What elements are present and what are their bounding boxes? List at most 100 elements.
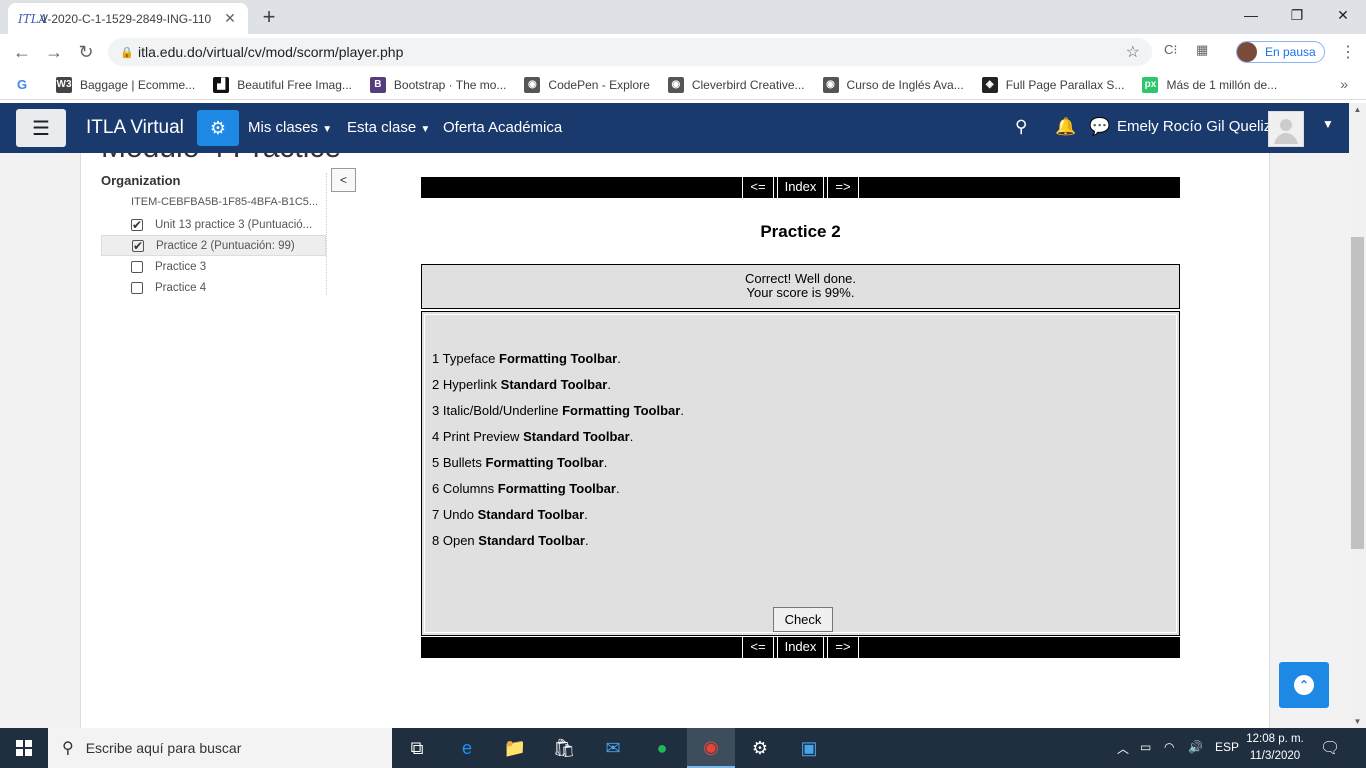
bookmark-item[interactable]: B Bootstrap · The mo... — [369, 76, 506, 93]
feedback-line-2: Your score is 99%. — [746, 285, 855, 300]
toc-toggle-button[interactable]: < — [331, 168, 356, 192]
scroll-up-arrow-icon[interactable]: ▲ — [1349, 105, 1366, 114]
chrome-icon[interactable]: ◉ — [687, 728, 735, 768]
bookmark-item[interactable]: ◉ CodePen - Explore — [524, 76, 650, 93]
toc-root-item[interactable]: ITEM-CEBFBA5B-1F85-4BFA-B1C5... — [101, 194, 326, 214]
nav-oferta[interactable]: Oferta Académica — [443, 119, 562, 136]
clock[interactable]: 12:08 p. m. 11/3/2020 — [1244, 731, 1306, 765]
browser-tab[interactable]: ITLA V-2020-C-1-1529-2849-ING-110 ✕ — [8, 3, 248, 34]
maximize-icon[interactable]: ❐ — [1274, 0, 1320, 30]
profile-status: En pausa — [1265, 45, 1316, 59]
bookmark-item[interactable]: ◈ Full Page Parallax S... — [981, 76, 1124, 93]
search-icon[interactable]: ⚲ — [1015, 117, 1027, 137]
back-icon[interactable]: ← — [10, 40, 34, 64]
user-avatar[interactable] — [1268, 111, 1304, 147]
toc-item[interactable]: ✔ Practice 2 (Puntuación: 99) — [101, 235, 326, 256]
address-bar[interactable]: 🔒 itla.edu.do/virtual/cv/mod/scorm/playe… — [108, 38, 1152, 66]
taskbar-search-placeholder: Escribe aquí para buscar — [85, 740, 242, 756]
user-name[interactable]: Emely Rocío Gil Queliz — [1117, 118, 1271, 135]
toc-item[interactable]: Practice 4 — [101, 277, 326, 298]
window-close-icon[interactable]: ✕ — [1320, 0, 1366, 30]
mail-icon[interactable]: ✉ — [589, 728, 637, 768]
prev-button-bottom[interactable]: <= — [742, 637, 774, 658]
browser-toolbar: ← → ↻ 🔒 itla.edu.do/virtual/cv/mod/scorm… — [0, 34, 1366, 70]
page-region: Modulo 4 Practice Organization ITEM-CEBF… — [0, 153, 1366, 728]
google-icon: G — [16, 77, 28, 92]
language-indicator[interactable]: ESP — [1215, 740, 1239, 754]
settings-icon[interactable]: ⚙ — [736, 728, 784, 768]
drawer-toggle-icon[interactable]: ☰ — [16, 109, 66, 147]
unsplash-icon: ▟ — [213, 76, 230, 93]
checkbox-icon — [131, 281, 143, 294]
answer-value: Standard Toolbar — [500, 377, 608, 392]
user-menu-caret-icon[interactable]: ▼ — [1322, 117, 1334, 131]
spotify-icon[interactable]: ● — [638, 728, 686, 768]
prev-button[interactable]: <= — [742, 177, 774, 198]
volume-icon[interactable]: 🔊 — [1188, 740, 1203, 754]
reload-icon[interactable]: ↻ — [74, 40, 98, 64]
page-title: Modulo 4 Practice — [101, 153, 341, 165]
close-tab-icon[interactable]: ✕ — [222, 10, 238, 27]
answer-value: Formatting Toolbar — [497, 481, 616, 496]
forward-icon[interactable]: → — [42, 40, 66, 64]
bookmark-item[interactable]: W3 Baggage | Ecomme... — [56, 76, 196, 93]
edge-icon[interactable]: e — [443, 728, 491, 768]
battery-icon[interactable]: ▭ — [1140, 740, 1151, 754]
answer-term: Columns — [442, 481, 495, 496]
tray-chevron-icon[interactable]: ︿ — [1117, 740, 1129, 757]
scroll-down-arrow-icon[interactable]: ▼ — [1349, 717, 1366, 726]
windows-taskbar: ⚲ Escribe aquí para buscar ⧉ e 📁 🛍 ✉ ● ◉… — [0, 728, 1366, 768]
extension-icon[interactable]: C⁝ — [1164, 42, 1178, 58]
toc-item[interactable]: ✔ Unit 13 practice 3 (Puntuació... — [101, 214, 326, 235]
bootstrap-icon: B — [369, 76, 386, 93]
bookmark-item[interactable]: ◉ Cleverbird Creative... — [667, 76, 805, 93]
lock-icon: 🔒 — [120, 46, 134, 59]
site-brand[interactable]: ITLA Virtual — [86, 117, 184, 139]
more-bookmarks-icon[interactable]: » — [1340, 76, 1348, 92]
index-button-bottom[interactable]: Index — [776, 637, 825, 658]
nav-esta-clase[interactable]: Esta clase ▼ — [347, 119, 430, 136]
bookmark-item[interactable]: px Más de 1 millón de... — [1142, 76, 1277, 93]
file-explorer-icon[interactable]: 📁 — [491, 728, 539, 768]
bookmark-label: Baggage | Ecomme... — [80, 77, 196, 92]
minimize-icon[interactable]: — — [1228, 0, 1274, 30]
answer-line: 7 Undo Standard Toolbar. — [432, 507, 588, 522]
bookmark-item[interactable]: ◉ Curso de Inglés Ava... — [822, 76, 964, 93]
answer-term: Undo — [442, 507, 474, 522]
windows-start-icon[interactable] — [0, 728, 48, 768]
answer-number: 4 — [432, 429, 440, 444]
new-tab-icon[interactable]: + — [258, 6, 280, 28]
answer-value: Standard Toolbar — [523, 429, 630, 444]
back-to-top-button[interactable]: ⌃ — [1279, 662, 1329, 708]
bookmark-star-icon[interactable]: ☆ — [1126, 42, 1140, 62]
scrollbar-thumb[interactable] — [1351, 237, 1364, 549]
bookmark-google[interactable]: G — [14, 77, 38, 93]
chrome-menu-icon[interactable]: ⋮ — [1340, 42, 1356, 62]
cogs-icon[interactable]: ⚙ — [197, 110, 239, 146]
wifi-icon[interactable]: ◠ — [1164, 740, 1174, 754]
messages-icon[interactable]: 💬 — [1089, 117, 1110, 137]
codepen-diamond-icon: ◈ — [981, 76, 998, 93]
toc-item[interactable]: Practice 3 — [101, 256, 326, 277]
next-button[interactable]: => — [827, 177, 859, 198]
pixabay-icon: px — [1142, 76, 1159, 93]
taskbar-search[interactable]: ⚲ Escribe aquí para buscar — [48, 728, 392, 768]
check-button[interactable]: Check — [773, 607, 833, 632]
answer-term: Print Preview — [442, 429, 520, 444]
bookmark-item[interactable]: ▟ Beautiful Free Imag... — [213, 76, 352, 93]
answer-line: 4 Print Preview Standard Toolbar. — [432, 429, 634, 444]
nav-mis-clases[interactable]: Mis clases ▼ — [248, 119, 332, 136]
store-icon[interactable]: 🛍 — [540, 728, 588, 768]
task-view-icon[interactable]: ⧉ — [393, 728, 441, 768]
extension-2-icon[interactable]: ▦ — [1196, 42, 1208, 58]
next-button-bottom[interactable]: => — [827, 637, 859, 658]
index-button[interactable]: Index — [776, 177, 825, 198]
action-center-icon[interactable]: 🗨 — [1320, 738, 1340, 758]
codepen-icon: ◉ — [524, 76, 541, 93]
answer-number: 1 — [432, 351, 440, 366]
control-panel-icon[interactable]: ▣ — [785, 728, 833, 768]
profile-chip[interactable]: En pausa — [1236, 41, 1325, 63]
page-scrollbar[interactable]: ▲ ▼ — [1349, 103, 1366, 728]
answer-value: Standard Toolbar — [477, 507, 585, 522]
notifications-bell-icon[interactable]: 🔔 — [1055, 117, 1076, 137]
